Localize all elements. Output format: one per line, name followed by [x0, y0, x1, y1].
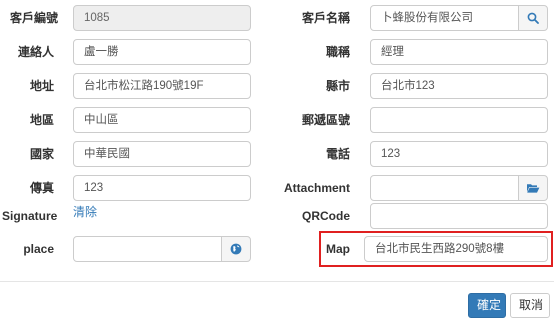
footer-divider	[0, 281, 554, 282]
customer-search-button[interactable]	[518, 5, 548, 31]
folder-open-icon	[526, 182, 540, 194]
city-label: 縣市	[325, 79, 350, 93]
place-locate-button[interactable]	[221, 236, 251, 262]
place-field[interactable]	[73, 236, 222, 262]
globe-icon	[230, 243, 242, 255]
district-field[interactable]: 中山區	[73, 107, 251, 133]
customer-name-field[interactable]: 卜蜂股份有限公司	[370, 5, 519, 31]
attachment-label: Attachment	[283, 181, 350, 195]
customer-no-label: 客戶編號	[10, 11, 59, 25]
qrcode-label: QRCode	[302, 209, 350, 223]
city-field[interactable]: 台北市123	[370, 73, 548, 99]
job-title-field[interactable]: 經理	[370, 39, 548, 65]
job-title-label: 職稱	[325, 45, 350, 59]
attachment-field[interactable]	[370, 175, 519, 201]
zip-label: 郵遞區號	[301, 113, 350, 127]
phone-field[interactable]: 123	[370, 141, 548, 167]
zip-field[interactable]	[370, 107, 548, 133]
address-field[interactable]: 台北市松江路190號19F	[73, 73, 251, 99]
signature-clear-link[interactable]: 清除	[73, 205, 97, 219]
customer-name-label: 客戶名稱	[301, 11, 350, 25]
attachment-browse-button[interactable]	[518, 175, 548, 201]
contact-field[interactable]: 盧一勝	[73, 39, 251, 65]
country-field[interactable]: 中華民國	[73, 141, 251, 167]
cancel-button[interactable]: 取消	[510, 293, 550, 318]
place-label: place	[23, 242, 54, 256]
contact-label: 連絡人	[17, 45, 54, 59]
address-label: 地址	[29, 79, 54, 93]
map-highlight-box	[319, 231, 553, 267]
signature-label: Signature	[2, 209, 58, 223]
search-icon	[527, 12, 539, 24]
confirm-button[interactable]: 確定	[468, 293, 506, 318]
phone-label: 電話	[325, 147, 350, 161]
qrcode-field[interactable]	[370, 203, 548, 229]
fax-field[interactable]: 123	[73, 175, 251, 201]
country-label: 國家	[29, 147, 54, 161]
district-label: 地區	[29, 113, 54, 127]
customer-no-field: 1085	[73, 5, 251, 31]
fax-label: 傳真	[29, 181, 54, 195]
